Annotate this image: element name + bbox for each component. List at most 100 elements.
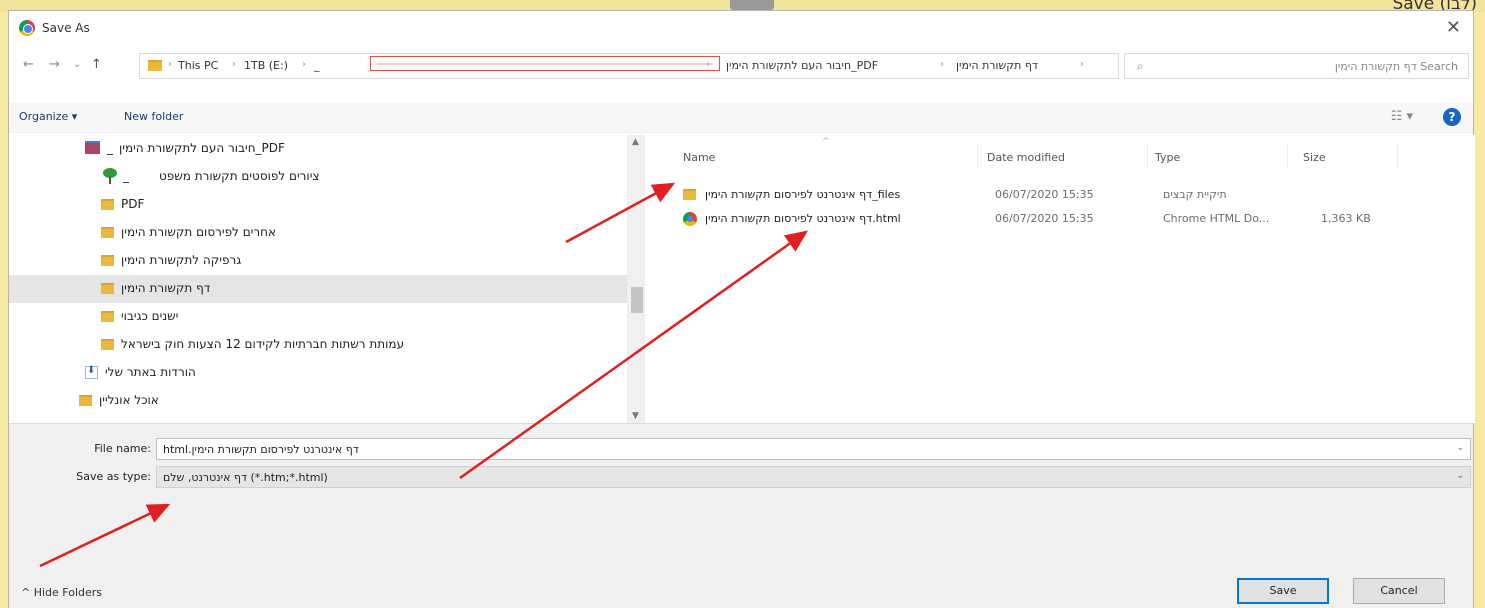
command-toolbar: Organize ▾ New folder ☷ ▾ ? (9, 103, 1473, 133)
file-name-label: File name: (94, 442, 151, 455)
tree-scrollbar[interactable]: ▲ ▼ (627, 135, 645, 423)
file-name: דף אינטרנט לפירסום תקשורת הימין_files (705, 188, 901, 201)
tree-item[interactable]: _ PDF_חיבור העם לתקשורת הימין (9, 135, 627, 163)
breadcrumb-separator: › (1080, 59, 1084, 70)
column-date-modified[interactable]: Date modified (987, 151, 1065, 164)
tree-item-prefix: _ (123, 169, 129, 183)
tree-item-label: אוכל אונליין (99, 393, 159, 407)
address-bar[interactable]: › This PC › 1TB (E:) › _ › PDF_חיבור העם… (139, 53, 1158, 79)
breadcrumb-separator: › (232, 59, 236, 70)
search-box[interactable]: ⌕ Search דף תקשורת הימין (1124, 53, 1469, 79)
rar-archive-icon (85, 141, 100, 154)
tree-item-label: ישנים כגיבוי (121, 309, 179, 323)
up-arrow-icon[interactable]: ↑ (91, 57, 102, 72)
search-placeholder: Search דף תקשורת הימין (1334, 60, 1458, 73)
tree-scroll-thumb[interactable] (631, 287, 643, 313)
breadcrumb-separator: › (168, 59, 172, 70)
file-date: 06/07/2020 15:35 (995, 188, 1094, 201)
save-button[interactable]: Save (1237, 578, 1329, 604)
file-date: 06/07/2020 15:35 (995, 212, 1094, 225)
breadcrumb-this-pc[interactable]: This PC (178, 59, 218, 72)
help-icon[interactable]: ? (1443, 108, 1461, 126)
tree-item[interactable]: PDF (9, 191, 627, 219)
tree-item-label: עמותת רשתות חברתיות לקידום 12 הצעות חוק … (121, 337, 405, 351)
tree-item-prefix: _ (107, 141, 113, 155)
file-type: Chrome HTML Do... (1163, 212, 1270, 225)
sort-caret-icon: ^ (822, 137, 830, 147)
recent-locations-icon[interactable]: ⌄ (73, 59, 81, 70)
file-name-value: דף אינטרנט לפירסום תקשורת הימין.html (163, 443, 359, 456)
save-form-area: File name: דף אינטרנט לפירסום תקשורת הימ… (9, 423, 1473, 608)
chrome-icon (683, 212, 697, 226)
file-name-field[interactable]: דף אינטרנט לפירסום תקשורת הימין.html ⌄ (156, 438, 1471, 460)
tree-item[interactable]: הורדות באתר שלי (9, 359, 627, 387)
hide-folders-button[interactable]: ^ Hide Folders (21, 586, 102, 599)
folder-icon (148, 60, 162, 71)
folder-icon (683, 189, 696, 200)
download-icon (85, 365, 98, 379)
tree-item[interactable]: אחרים לפירסום תקשורת הימין (9, 219, 627, 247)
breadcrumb-pdf-folder[interactable]: PDF_חיבור העם לתקשורת הימין (726, 59, 878, 72)
folder-icon (79, 395, 92, 406)
tree-item[interactable]: אוכל אונליין (9, 387, 627, 415)
tree-item-label: גרפיקה לתקשורת הימין (121, 253, 242, 267)
column-separator (977, 143, 978, 169)
tree-item-label: PDF (121, 197, 145, 211)
file-row[interactable]: דף אינטרנט לפירסום תקשורת הימין_files 06… (671, 185, 1461, 207)
column-separator (1287, 143, 1288, 169)
forward-arrow-icon[interactable]: → (49, 57, 60, 72)
navigation-bar: ← → ⌄ ↑ › This PC › 1TB (E:) › _ › PDF_ח… (9, 49, 1473, 83)
scroll-down-icon[interactable]: ▼ (632, 411, 639, 421)
tree-item-label: דף תקשורת הימין (121, 281, 211, 295)
background-tab (730, 0, 774, 10)
folder-icon (101, 339, 114, 350)
green-tree-icon (103, 168, 117, 184)
file-size: 1,363 KB (1321, 212, 1371, 225)
save-as-type-select[interactable]: דף אינטרנט, שלם (*.htm;*.html) ⌄ (156, 466, 1471, 488)
organize-button[interactable]: Organize ▾ (19, 110, 77, 123)
file-type: תיקיית קבצים (1163, 188, 1227, 201)
back-arrow-icon[interactable]: ← (23, 57, 34, 72)
breadcrumb-current-folder[interactable]: דף תקשורת הימין (956, 59, 1038, 72)
tree-item[interactable]: עמותת רשתות חברתיות לקידום 12 הצעות חוק … (9, 331, 627, 359)
folder-icon (101, 227, 114, 238)
column-name[interactable]: Name (683, 151, 715, 164)
chrome-icon (19, 20, 35, 36)
folder-icon (101, 311, 114, 322)
folder-icon (101, 199, 114, 210)
scroll-up-icon[interactable]: ▲ (632, 137, 639, 147)
chevron-down-icon[interactable]: ⌄ (1456, 471, 1464, 481)
view-options-icon[interactable]: ☷ ▾ (1391, 109, 1413, 124)
column-size[interactable]: Size (1303, 151, 1326, 164)
column-separator (1147, 143, 1148, 169)
breadcrumb-underscore[interactable]: _ (314, 59, 320, 72)
tree-item[interactable]: ישנים כגיבוי (9, 303, 627, 331)
breadcrumb-separator: › (940, 59, 944, 70)
cancel-button[interactable]: Cancel (1353, 578, 1445, 604)
folder-icon (101, 283, 114, 294)
new-folder-button[interactable]: New folder (124, 110, 183, 123)
close-icon[interactable]: ✕ (1446, 17, 1461, 38)
save-as-dialog: Save As ✕ ← → ⌄ ↑ › This PC › 1TB (E:) ›… (8, 10, 1475, 608)
title-bar: Save As ✕ (9, 11, 1473, 45)
save-as-type-value: דף אינטרנט, שלם (*.htm;*.html) (163, 471, 328, 484)
tree-item-selected[interactable]: דף תקשורת הימין (9, 275, 627, 303)
tree-item-label: PDF_חיבור העם לתקשורת הימין (119, 141, 285, 155)
tree-item-label: הורדות באתר שלי (105, 365, 196, 379)
search-icon: ⌕ (1137, 59, 1144, 73)
breadcrumb-separator: › (302, 59, 306, 70)
breadcrumb-drive[interactable]: 1TB (E:) (244, 59, 288, 72)
file-name: דף אינטרנט לפירסום תקשורת הימין.html (705, 212, 901, 225)
tree-item[interactable]: _ ציורים לפוסטים תקשורת משפט (9, 163, 627, 191)
chevron-down-icon[interactable]: ⌄ (1456, 443, 1464, 453)
folder-icon (101, 255, 114, 266)
column-type[interactable]: Type (1155, 151, 1180, 164)
file-list: ^ Name Date modified Type Size דף אינטרנ… (657, 135, 1475, 423)
save-as-type-label: Save as type: (76, 470, 151, 483)
tree-item-label: ציורים לפוסטים תקשורת משפט (159, 169, 320, 183)
tree-item[interactable]: גרפיקה לתקשורת הימין (9, 247, 627, 275)
column-separator (1397, 143, 1398, 169)
breadcrumb-separator: › (706, 59, 710, 70)
folder-tree: _ PDF_חיבור העם לתקשורת הימין _ ציורים ל… (9, 135, 645, 423)
file-row[interactable]: דף אינטרנט לפירסום תקשורת הימין.html 06/… (671, 209, 1461, 231)
